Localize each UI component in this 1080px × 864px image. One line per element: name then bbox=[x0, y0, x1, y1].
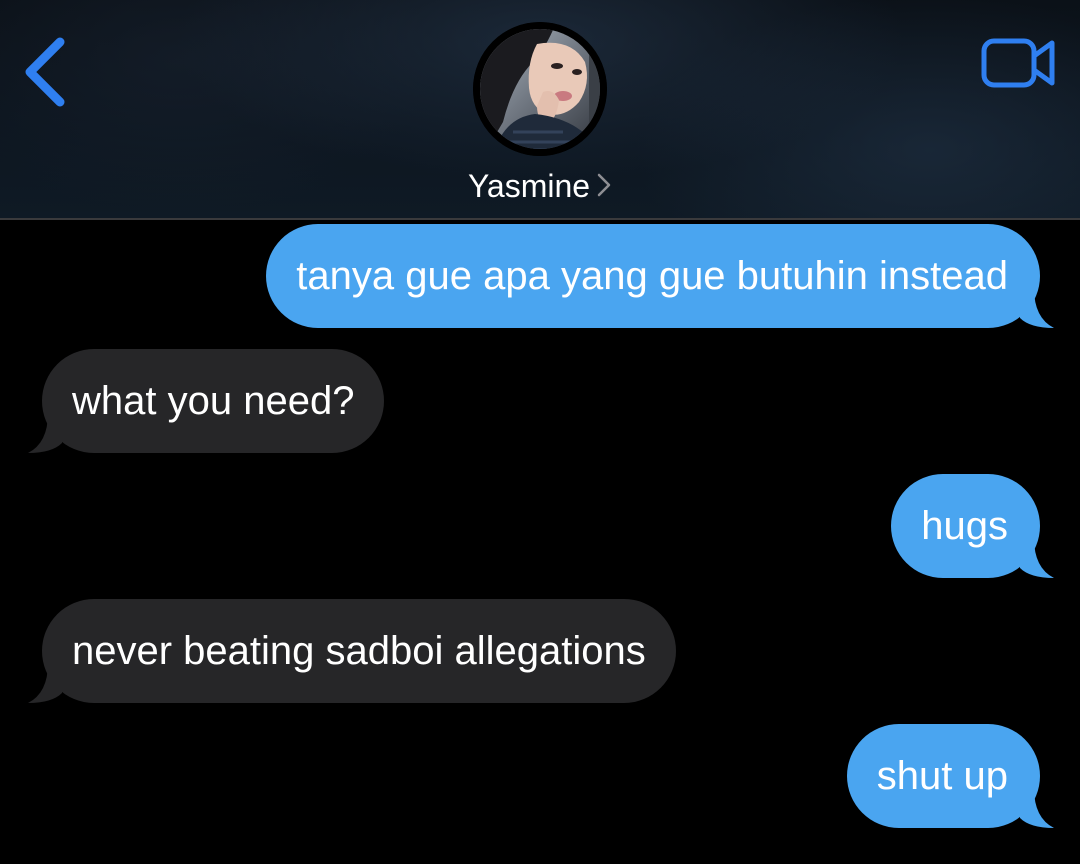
bubble-tail bbox=[1020, 538, 1054, 578]
message-bubble-sent[interactable]: shut up bbox=[846, 724, 1054, 828]
video-camera-icon bbox=[981, 38, 1055, 88]
bubble-tail bbox=[28, 413, 62, 453]
message-bubble-sent[interactable]: hugs bbox=[891, 474, 1054, 578]
bubble-tail bbox=[28, 663, 62, 703]
avatar-photo bbox=[473, 22, 607, 156]
bubble-tail bbox=[1020, 788, 1054, 828]
contact-name-button[interactable]: Yasmine bbox=[0, 166, 1080, 207]
contact-avatar[interactable] bbox=[473, 22, 607, 156]
message-text: shut up bbox=[876, 754, 1008, 798]
message-bubble-sent[interactable]: tanya gue apa yang gue butuhin instead bbox=[266, 224, 1054, 328]
contact-name: Yasmine bbox=[467, 168, 591, 204]
chevron-right-icon bbox=[596, 167, 612, 207]
back-button[interactable] bbox=[18, 34, 78, 110]
header-divider bbox=[0, 218, 1080, 220]
chevron-left-icon bbox=[25, 37, 65, 107]
message-text: what you need? bbox=[72, 379, 355, 423]
message-text: hugs bbox=[921, 504, 1008, 548]
message-text: never beating sadboi allegations bbox=[72, 629, 646, 673]
message-bubble-received[interactable]: never beating sadboi allegations bbox=[28, 599, 676, 703]
message-bubble-received[interactable]: what you need? bbox=[28, 349, 385, 453]
video-call-button[interactable] bbox=[978, 36, 1060, 90]
messages-screen: Yasmine tanya gue apa yang gue butuhin i… bbox=[0, 0, 1080, 864]
message-text: tanya gue apa yang gue butuhin instead bbox=[296, 254, 1008, 298]
bubble-tail bbox=[1020, 288, 1054, 328]
conversation-header: Yasmine bbox=[0, 0, 1080, 218]
